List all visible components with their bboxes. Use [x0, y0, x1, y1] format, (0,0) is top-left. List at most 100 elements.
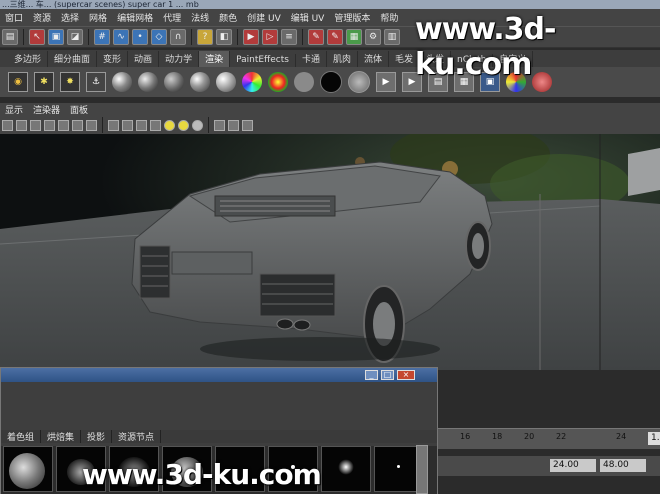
minimize-button[interactable]: _: [365, 370, 378, 380]
tab-rendering[interactable]: 渲染: [199, 51, 231, 67]
tab-polygons[interactable]: 多边形: [8, 51, 49, 67]
anisotropic-material-icon[interactable]: [112, 72, 132, 92]
menu-help[interactable]: 帮助: [375, 11, 403, 24]
select-object-icon[interactable]: ▣: [48, 29, 64, 45]
camera-attributes-icon[interactable]: [2, 119, 13, 131]
select-component-icon[interactable]: ◪: [67, 29, 83, 45]
vertical-scrollbar[interactable]: [416, 445, 428, 494]
menu-select[interactable]: 选择: [56, 11, 84, 24]
tab-toon[interactable]: 卡通: [296, 51, 327, 67]
tab-subdivs[interactable]: 细分曲面: [48, 51, 98, 67]
channel-box-icon[interactable]: ▥: [384, 29, 400, 45]
menu-window[interactable]: 窗口: [0, 11, 28, 24]
range-slider: 24.00 48.00: [438, 456, 660, 476]
tab-deformation[interactable]: 变形: [97, 51, 129, 67]
construction-history-icon[interactable]: ◧: [216, 29, 232, 45]
textured-icon[interactable]: [150, 119, 161, 131]
tab-bake-sets[interactable]: 烘焙集: [41, 430, 82, 443]
camera-icon[interactable]: ◉: [8, 72, 28, 92]
ipr-render-icon[interactable]: ▷: [262, 29, 278, 45]
watermark-bottom: www.3d-ku.com: [82, 458, 322, 491]
use-all-lights-icon[interactable]: [164, 119, 175, 131]
menu-mesh[interactable]: 网格: [84, 11, 112, 24]
xray-joints-icon[interactable]: [242, 119, 253, 131]
layered-shader-icon[interactable]: [348, 71, 370, 93]
panel-menu-renderer[interactable]: 渲染器: [28, 103, 65, 116]
tab-fluids[interactable]: 流体: [358, 51, 390, 67]
menu-edit-mesh[interactable]: 编辑网格: [112, 11, 158, 24]
resolution-gate-icon[interactable]: [72, 119, 83, 131]
phong-material-icon[interactable]: [190, 72, 210, 92]
smooth-shade-icon[interactable]: [122, 119, 133, 131]
new-scene-icon[interactable]: ▤: [2, 29, 18, 45]
isolate-select-icon[interactable]: [214, 119, 225, 131]
light-swatch[interactable]: [321, 446, 371, 492]
snap-point-icon[interactable]: •: [132, 29, 148, 45]
point-light-icon[interactable]: ✸: [60, 72, 80, 92]
perspective-viewport[interactable]: [0, 134, 660, 370]
ramp-shader-icon[interactable]: [242, 72, 262, 92]
menu-proxy[interactable]: 代理: [158, 11, 186, 24]
material-swatch[interactable]: [3, 446, 53, 492]
tab-asset-nodes[interactable]: 资源节点: [112, 430, 162, 443]
spot-light-icon[interactable]: ✱: [34, 72, 54, 92]
viewport-scene: [0, 134, 660, 370]
separator: [191, 29, 192, 45]
xray-icon[interactable]: [228, 119, 239, 131]
wireframe-icon[interactable]: [108, 119, 119, 131]
attribute-editor-icon[interactable]: ▦: [346, 29, 362, 45]
tool-settings-icon[interactable]: ⚙: [365, 29, 381, 45]
shadows-icon[interactable]: [178, 119, 189, 131]
magnet-icon[interactable]: ∩: [170, 29, 186, 45]
rename-icon[interactable]: ✎: [327, 29, 343, 45]
window-title: ...三维... 车... (supercar scenes) super ca…: [0, 0, 660, 9]
snap-curve-icon[interactable]: ∿: [113, 29, 129, 45]
safe-title-icon[interactable]: [86, 119, 97, 131]
phonge-material-icon[interactable]: [216, 72, 236, 92]
menu-normals[interactable]: 法线: [186, 11, 214, 24]
menu-version[interactable]: 管理版本: [329, 11, 375, 24]
select-hierarchy-icon[interactable]: ↖: [29, 29, 45, 45]
render-settings-icon[interactable]: ≡: [281, 29, 297, 45]
tab-shading-groups[interactable]: 着色组: [1, 430, 42, 443]
input-line-icon[interactable]: ✎: [308, 29, 324, 45]
wireframe-on-shaded-icon[interactable]: [136, 119, 147, 131]
lambert-material-icon[interactable]: [164, 72, 184, 92]
timeline-tick: 24: [616, 432, 627, 441]
tab-muscle[interactable]: 肌肉: [327, 51, 358, 67]
menu-color[interactable]: 颜色: [214, 11, 242, 24]
menu-create-uv[interactable]: 创建 UV: [242, 11, 286, 24]
current-time-field[interactable]: 1.0: [648, 432, 660, 445]
ramp-texture-icon[interactable]: [268, 72, 288, 92]
time-slider[interactable]: 16 18 20 22 24 1.0: [438, 428, 660, 449]
menu-edit-uv[interactable]: 编辑 UV: [286, 11, 330, 24]
tab-animation[interactable]: 动画: [128, 51, 160, 67]
hypershade-titlebar[interactable]: _ □ ×: [1, 368, 437, 382]
hq-render-icon[interactable]: [192, 119, 203, 131]
range-end-field[interactable]: 24.00: [550, 459, 596, 472]
bookmark-icon[interactable]: [16, 119, 27, 131]
maximize-button[interactable]: □: [381, 370, 394, 380]
panel-menu-panels[interactable]: 面板: [65, 103, 93, 116]
panel-menu-show[interactable]: 显示: [0, 103, 28, 116]
snap-grid-icon[interactable]: #: [94, 29, 110, 45]
surface-shader-icon[interactable]: [294, 72, 314, 92]
menu-assets[interactable]: 资源: [28, 11, 56, 24]
area-light-icon[interactable]: ⚓: [86, 72, 106, 92]
render-clapper-icon[interactable]: ▶: [376, 72, 396, 92]
tab-projections[interactable]: 投影: [81, 430, 113, 443]
use-background-icon[interactable]: [320, 71, 342, 93]
tab-painteffects[interactable]: PaintEffects: [230, 54, 296, 67]
range-max-field[interactable]: 48.00: [600, 459, 646, 472]
tab-dynamics[interactable]: 动力学: [159, 51, 200, 67]
image-plane-icon[interactable]: [30, 119, 41, 131]
film-gate-icon[interactable]: [58, 119, 69, 131]
history-icon[interactable]: ?: [197, 29, 213, 45]
close-button[interactable]: ×: [397, 370, 415, 380]
grid-toggle-icon[interactable]: [44, 119, 55, 131]
watermark-top: www.3d-ku.com: [415, 12, 556, 82]
render-current-frame-icon[interactable]: ▶: [243, 29, 259, 45]
blinn-material-icon[interactable]: [138, 72, 158, 92]
separator: [208, 117, 209, 133]
snap-plane-icon[interactable]: ◇: [151, 29, 167, 45]
